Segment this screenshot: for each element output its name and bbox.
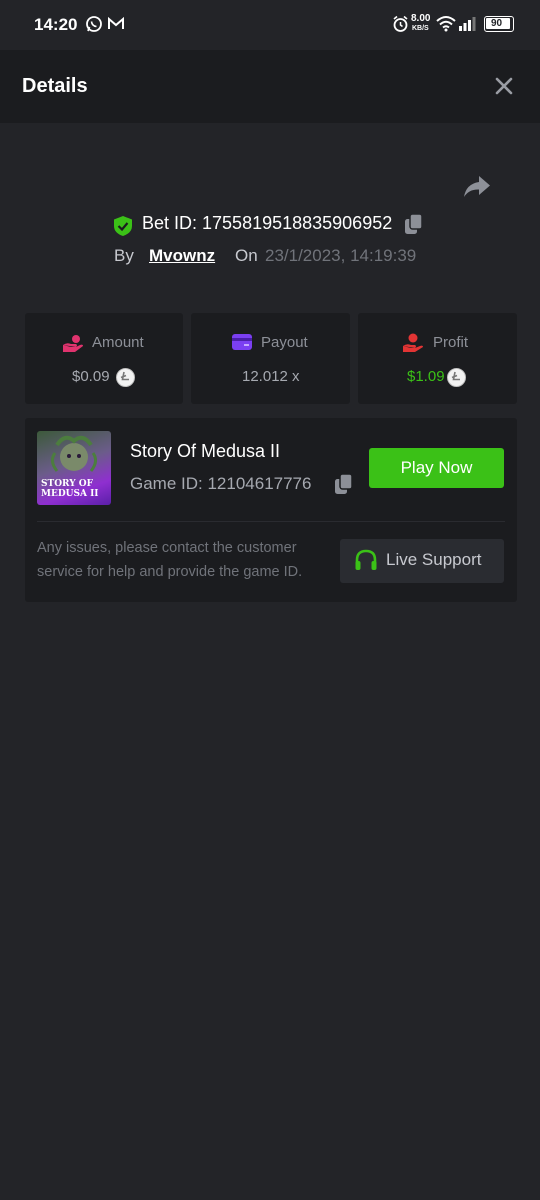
- copy-icon: [335, 473, 353, 494]
- close-icon: [495, 77, 513, 95]
- headset-icon: [354, 549, 378, 578]
- game-thumbnail[interactable]: STORY OF MEDUSA II: [37, 431, 111, 505]
- whatsapp-icon: [85, 15, 103, 38]
- payout-card: Payout 12.012 x: [191, 313, 350, 404]
- help-text: Any issues, please contact the customer …: [37, 540, 303, 580]
- copy-game-id-button[interactable]: [334, 473, 354, 500]
- profit-value: $1.09: [407, 368, 445, 385]
- live-support-label: Live Support: [386, 550, 482, 569]
- profit-label: Profit: [433, 334, 469, 351]
- bet-meta-row: By Mvownz On 23/1/2023, 14:19:39: [0, 244, 540, 270]
- close-button[interactable]: [490, 72, 518, 100]
- status-time: 14:20: [34, 15, 78, 34]
- litecoin-icon: [116, 368, 135, 387]
- signal-icon: [459, 17, 476, 36]
- copy-icon: [405, 213, 423, 234]
- shield-check-icon: [113, 215, 133, 242]
- status-bar: 14:20 8.00 KB/S 90: [0, 0, 540, 50]
- share-button[interactable]: [462, 173, 492, 201]
- profit-card: Profit $1.09: [358, 313, 517, 404]
- details-header: Details: [0, 50, 540, 123]
- amount-label: Amount: [92, 334, 144, 351]
- payout-label: Payout: [261, 334, 308, 351]
- hand-profit-icon: [402, 333, 424, 358]
- wallet-card-icon: [231, 333, 253, 356]
- wifi-icon: [436, 15, 456, 37]
- by-label: By: [114, 246, 134, 265]
- battery-level: 90: [491, 18, 503, 29]
- copy-bet-id-button[interactable]: [404, 213, 424, 240]
- game-title: Story Of Medusa II: [130, 441, 281, 461]
- live-support-button[interactable]: Live Support: [340, 539, 504, 583]
- game-id: Game ID: 12104617776: [130, 474, 312, 493]
- game-thumbnail-title: STORY OF MEDUSA II: [41, 479, 99, 499]
- bet-id-row: Bet ID: 1755819518835906952: [0, 211, 540, 239]
- bet-id: Bet ID: 1755819518835906952: [142, 213, 393, 233]
- amount-value: $0.09: [72, 368, 110, 385]
- game-card: STORY OF MEDUSA II Story Of Medusa II Ga…: [25, 418, 517, 602]
- share-icon: [464, 176, 490, 197]
- hand-coins-icon: [62, 333, 84, 358]
- divider: [37, 521, 505, 522]
- litecoin-icon: [447, 368, 466, 387]
- net-speed-value: 8.00: [411, 13, 431, 24]
- on-label: On: [235, 246, 258, 265]
- amount-card: Amount $0.09: [25, 313, 183, 404]
- play-now-button[interactable]: Play Now: [369, 448, 504, 488]
- user-link[interactable]: Mvownz: [149, 246, 215, 266]
- battery-icon: 90: [484, 16, 514, 32]
- mail-icon: [107, 15, 125, 38]
- payout-value: 12.012 x: [242, 368, 300, 385]
- bet-date: 23/1/2023, 14:19:39: [265, 246, 417, 265]
- net-speed-unit: KB/S: [412, 25, 429, 32]
- page-title: Details: [22, 75, 88, 97]
- alarm-icon: [392, 15, 409, 38]
